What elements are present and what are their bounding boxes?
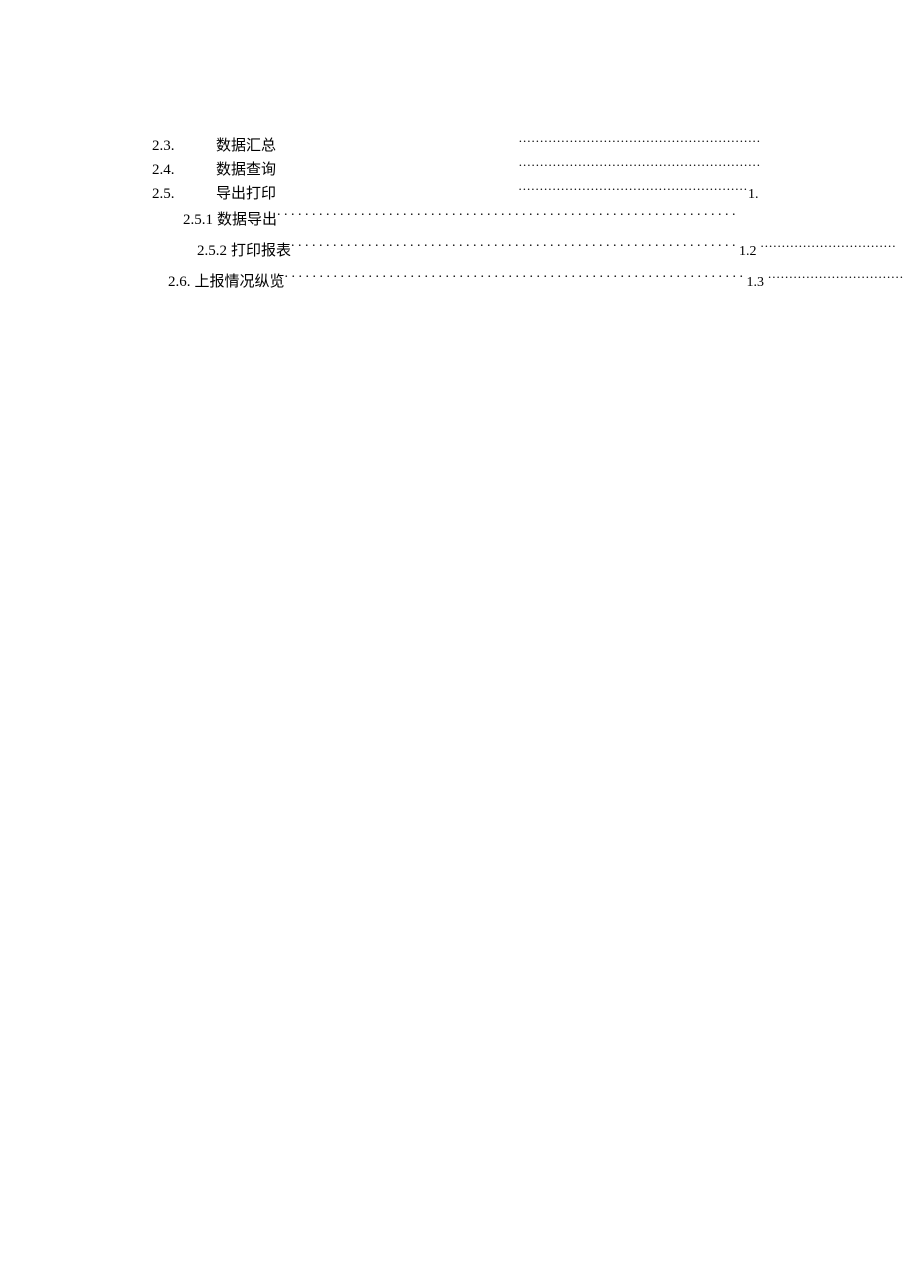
toc-leader-dots — [761, 231, 896, 255]
toc-page: 1.3 — [747, 271, 765, 295]
toc-entry: 2.5.2 打印报表 1.2 — [0, 231, 920, 255]
toc-number: 2.5.2 — [197, 239, 227, 263]
toc-leader-dots — [518, 174, 748, 198]
toc-entry: 2.4. 数据查询 — [0, 150, 920, 174]
toc-leader-dots — [285, 262, 747, 286]
toc-title: 导出打印 — [216, 182, 276, 206]
toc-title: 数据导出 — [217, 208, 277, 232]
toc-leader-dots — [518, 150, 761, 174]
toc-leader-dots — [518, 126, 761, 150]
toc-entry: 2.5.1 数据导出 — [0, 200, 920, 224]
toc-leader-dots — [277, 200, 737, 224]
table-of-contents: 2.3. 数据汇总 2.4. 数据查询 2.5. 导出打印 1. 2.5.1 数… — [0, 126, 920, 286]
toc-page: 1. — [748, 183, 759, 207]
toc-entry: 2.5. 导出打印 1. — [0, 174, 920, 198]
toc-leader-dots — [768, 262, 903, 286]
toc-number: 2.4. — [152, 158, 216, 182]
toc-title: 数据查询 — [216, 158, 276, 182]
toc-title: 上报情况纵览 — [195, 270, 285, 294]
toc-title: 打印报表 — [231, 239, 291, 263]
toc-title: 数据汇总 — [216, 134, 276, 158]
toc-leader-dots — [291, 231, 739, 255]
toc-number: 2.3. — [152, 134, 216, 158]
toc-number: 2.5. — [152, 182, 216, 206]
toc-page: 1.2 — [739, 240, 757, 264]
toc-number: 2.5.1 — [183, 208, 213, 232]
toc-entry: 2.6. 上报情况纵览 1.3 — [0, 262, 920, 286]
toc-entry: 2.3. 数据汇总 — [0, 126, 920, 150]
toc-number: 2.6. — [168, 270, 191, 294]
